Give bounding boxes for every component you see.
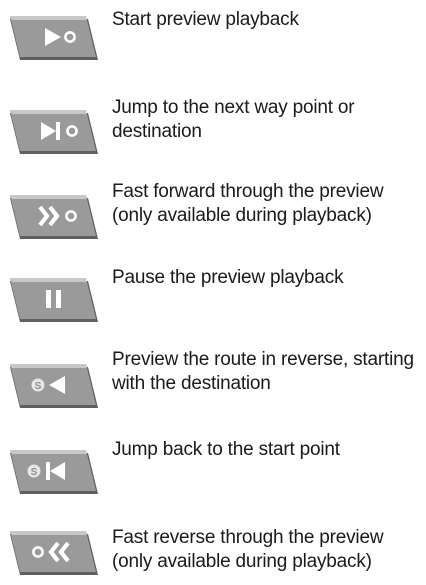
svg-text:S: S (31, 467, 38, 478)
fast-reverse-icon (10, 531, 98, 575)
play-description: Start preview playback (112, 9, 299, 30)
pause-icon (10, 278, 98, 322)
jump-to-start-icon: S (10, 450, 98, 494)
reverse-play-description: Preview the route in reverse, starting w… (112, 349, 414, 394)
play-button[interactable] (10, 16, 98, 60)
next-waypoint-button[interactable] (10, 110, 98, 154)
fast-reverse-description: Fast reverse through the preview (only a… (112, 527, 384, 572)
pause-button[interactable] (10, 278, 98, 322)
jump-to-start-button[interactable]: S (10, 450, 98, 494)
fast-forward-button[interactable] (10, 195, 98, 239)
next-waypoint-icon (10, 110, 98, 154)
next-waypoint-description: Jump to the next way point or destinatio… (112, 97, 355, 142)
play-icon (10, 16, 98, 60)
reverse-play-icon: S (10, 364, 98, 408)
fast-forward-description: Fast forward through the preview (only a… (112, 181, 384, 226)
svg-text:S: S (35, 381, 42, 392)
reverse-play-button[interactable]: S (10, 364, 98, 408)
jump-to-start-description: Jump back to the start point (112, 439, 340, 460)
fast-forward-icon (10, 195, 98, 239)
fast-reverse-button[interactable] (10, 531, 98, 575)
pause-description: Pause the preview playback (112, 267, 344, 288)
